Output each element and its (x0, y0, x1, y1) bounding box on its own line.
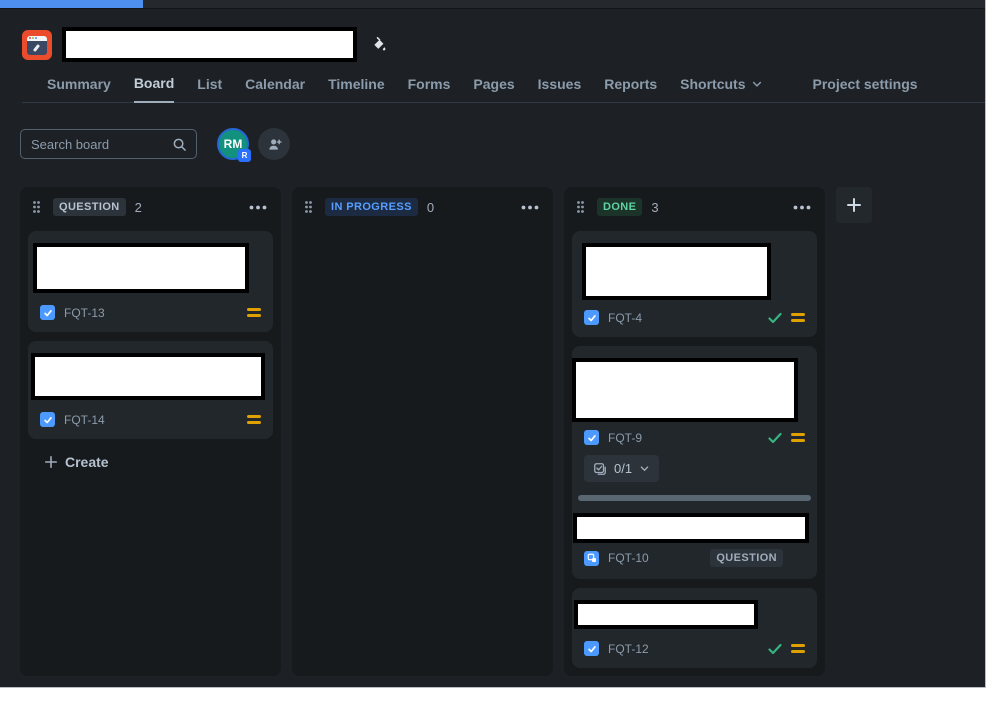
avatar[interactable]: RM R (217, 128, 251, 162)
tab-forms[interactable]: Forms (408, 76, 451, 102)
card-fqt-12[interactable]: FQT-12 (572, 588, 817, 668)
card-key[interactable]: FQT-12 (608, 642, 649, 656)
add-people-button[interactable] (258, 128, 290, 160)
card-fqt-9-group[interactable]: FQT-9 0/1 FQT-10 QUESTION (572, 346, 817, 579)
tab-list[interactable]: List (197, 76, 222, 102)
column-question: QUESTION 2 FQT-13 FQT-14 Create (20, 187, 281, 676)
drag-handle-icon[interactable] (576, 200, 585, 214)
task-icon (40, 412, 55, 427)
kanban-board: QUESTION 2 FQT-13 FQT-14 Create IN PROGR… (20, 187, 985, 676)
card-title-redacted (572, 358, 798, 422)
medium-priority-icon (791, 313, 805, 322)
column-question-cards: FQT-13 FQT-14 Create (20, 227, 281, 484)
medium-priority-icon (247, 308, 261, 317)
project-title-row (22, 27, 985, 62)
plus-icon (847, 198, 861, 212)
card-title-redacted (33, 243, 249, 293)
task-icon (40, 305, 55, 320)
project-title-redacted (62, 27, 357, 62)
card-fqt-14[interactable]: FQT-14 (28, 341, 273, 439)
search-icon (173, 138, 186, 151)
tab-timeline[interactable]: Timeline (328, 76, 385, 102)
paint-bucket-icon[interactable] (370, 35, 389, 54)
task-icon (584, 430, 599, 445)
more-options-icon[interactable] (521, 205, 539, 210)
column-count: 2 (134, 199, 142, 215)
browser-tab-accent (0, 0, 143, 8)
column-in-progress-header: IN PROGRESS 0 (292, 187, 553, 227)
tab-project-settings[interactable]: Project settings (813, 76, 918, 102)
tab-board[interactable]: Board (133, 75, 175, 103)
column-status-badge: QUESTION (53, 198, 126, 216)
create-issue-button[interactable]: Create (34, 448, 119, 476)
tab-issues[interactable]: Issues (538, 76, 582, 102)
project-avatar-window-icon (27, 35, 47, 55)
more-options-icon[interactable] (793, 205, 811, 210)
drag-handle-icon[interactable] (32, 200, 41, 214)
column-status-badge: DONE (597, 198, 643, 216)
project-header: Summary Board List Calendar Timeline For… (0, 9, 985, 103)
done-check-icon (768, 312, 782, 323)
card-key[interactable]: FQT-10 (608, 551, 649, 565)
drag-handle-icon[interactable] (304, 200, 313, 214)
column-done-header: DONE 3 (564, 187, 825, 227)
browser-top-strip (0, 0, 985, 9)
tab-reports[interactable]: Reports (604, 76, 657, 102)
search-board-box (20, 129, 197, 159)
tab-shortcuts[interactable]: Shortcuts (680, 76, 762, 102)
search-input[interactable] (31, 136, 172, 152)
subtask-type-icon (584, 550, 599, 566)
card-key[interactable]: FQT-9 (608, 431, 642, 445)
subtask-progress-bar (578, 495, 811, 501)
subtask-card-fqt-10[interactable]: FQT-10 QUESTION (573, 513, 809, 567)
done-check-icon (768, 432, 782, 443)
column-in-progress: IN PROGRESS 0 (292, 187, 553, 676)
card-key[interactable]: FQT-4 (608, 311, 642, 325)
plus-icon (44, 455, 58, 469)
more-options-icon[interactable] (249, 205, 267, 210)
tab-shortcuts-label: Shortcuts (680, 76, 746, 92)
column-question-header: QUESTION 2 (20, 187, 281, 227)
jira-board-app: Summary Board List Calendar Timeline For… (0, 0, 986, 688)
medium-priority-icon (791, 644, 805, 653)
column-done-cards: FQT-4 FQT-9 0/1 FQT-10 QUESTION FQT-12 (564, 227, 825, 685)
tab-calendar[interactable]: Calendar (245, 76, 305, 102)
task-icon (584, 310, 599, 325)
card-title-redacted (582, 243, 771, 300)
project-nav: Summary Board List Calendar Timeline For… (22, 75, 985, 103)
avatar-role-badge: R (238, 149, 251, 162)
tab-summary[interactable]: Summary (47, 76, 111, 102)
subtasks-icon (594, 462, 606, 475)
subtask-counter-label: 0/1 (614, 461, 633, 476)
card-key[interactable]: FQT-13 (64, 306, 105, 320)
subtask-title-redacted (573, 513, 809, 543)
column-count: 0 (426, 199, 435, 215)
task-icon (584, 641, 599, 656)
chevron-down-icon (640, 466, 649, 471)
create-issue-label: Create (65, 454, 109, 470)
project-avatar (22, 29, 52, 60)
column-done: DONE 3 FQT-4 FQT-9 0/1 FQT-10 QUESTION F… (564, 187, 825, 676)
card-title-redacted (31, 353, 265, 400)
column-count: 3 (651, 199, 659, 215)
board-toolbar: RM R (20, 128, 985, 162)
tab-pages[interactable]: Pages (473, 76, 514, 102)
add-column-button[interactable] (836, 187, 872, 223)
column-status-badge: IN PROGRESS (325, 198, 418, 216)
card-fqt-4[interactable]: FQT-4 (572, 231, 817, 337)
column-in-progress-cards (292, 227, 553, 239)
medium-priority-icon (791, 433, 805, 442)
done-check-icon (768, 643, 782, 654)
subtask-status-badge: QUESTION (710, 549, 783, 567)
subtask-expand-button[interactable]: 0/1 (584, 455, 660, 482)
card-title-redacted (574, 600, 758, 629)
add-people-icon (268, 138, 282, 150)
card-key[interactable]: FQT-14 (64, 413, 105, 427)
medium-priority-icon (247, 415, 261, 424)
chevron-down-icon (752, 81, 761, 87)
card-fqt-13[interactable]: FQT-13 (28, 231, 273, 332)
